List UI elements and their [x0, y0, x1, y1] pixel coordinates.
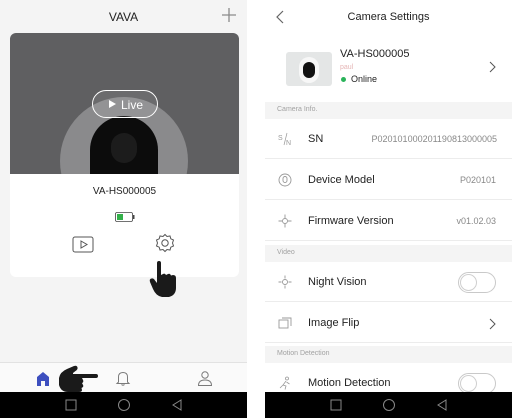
live-button[interactable]: Live [92, 90, 158, 118]
chevron-right-icon [489, 318, 496, 330]
thumbnail-lens [303, 62, 315, 78]
back-triangle-icon[interactable] [435, 398, 449, 412]
recent-apps-icon[interactable] [329, 398, 343, 412]
pointing-hand-icon [59, 365, 98, 392]
sn-label: SN [308, 133, 324, 145]
section-video: Video [265, 245, 512, 262]
bell-icon[interactable] [114, 369, 132, 387]
motion-detection-toggle[interactable] [458, 373, 496, 394]
camera-preview[interactable]: Live [10, 33, 239, 174]
row-night-vision: Night Vision [265, 263, 512, 302]
device-thumbnail [286, 52, 332, 86]
device-owner: paul [340, 64, 354, 71]
image-flip-label: Image Flip [308, 317, 360, 329]
camera-lens [111, 133, 137, 163]
motion-detection-icon [279, 376, 290, 390]
settings-header: Camera Settings [265, 0, 512, 34]
section-label: Camera Info. [277, 106, 318, 113]
camera-settings-screen: Camera Settings VA-HS000005 paul Online … [265, 0, 512, 418]
online-status-dot [341, 77, 346, 82]
home-screen: VAVA Live VA-HS000005 [0, 0, 247, 418]
home-header: VAVA [0, 0, 247, 32]
gear-icon[interactable] [154, 232, 176, 254]
system-nav-bar [265, 392, 512, 418]
device-summary-row[interactable]: VA-HS000005 paul Online [265, 36, 512, 98]
toggle-knob [460, 375, 477, 392]
live-label: Live [121, 98, 144, 112]
serial-number-icon: S N [278, 132, 291, 146]
row-sn: S N SN P020101000201190813000005 [265, 120, 512, 159]
motion-detection-label: Motion Detection [308, 377, 391, 389]
playback-icon[interactable] [72, 234, 94, 254]
device-name: VA-HS000005 [340, 48, 410, 60]
home-circle-icon[interactable] [382, 398, 396, 412]
row-firmware-version: Firmware Version v01.02.03 [265, 202, 512, 241]
night-vision-icon [278, 275, 292, 289]
firmware-label: Firmware Version [308, 215, 394, 227]
plus-icon[interactable] [219, 5, 239, 25]
device-name: VA-HS000005 [92, 186, 157, 197]
night-vision-toggle[interactable] [458, 272, 496, 293]
row-image-flip[interactable]: Image Flip [265, 304, 512, 343]
svg-text:N: N [286, 140, 291, 146]
device-model-value: P020101 [459, 175, 496, 185]
system-nav-bar [0, 392, 247, 418]
firmware-icon [278, 214, 292, 228]
section-label: Video [277, 249, 295, 256]
device-card[interactable]: Live VA-HS000005 [10, 33, 239, 277]
play-icon [109, 100, 116, 108]
battery-icon [115, 212, 135, 222]
sn-value: P020101000201190813000005 [371, 134, 497, 144]
bottom-tab-bar [0, 362, 247, 392]
home-circle-icon[interactable] [117, 398, 131, 412]
night-vision-label: Night Vision [308, 276, 367, 288]
home-icon[interactable] [34, 369, 52, 387]
section-camera-info: Camera Info. [265, 102, 512, 119]
image-flip-icon [278, 317, 292, 329]
app-title: VAVA [108, 10, 139, 24]
section-motion-detection: Motion Detection [265, 346, 512, 363]
page-title: Camera Settings [347, 11, 430, 23]
svg-text:S: S [278, 135, 283, 142]
recent-apps-icon[interactable] [64, 398, 78, 412]
firmware-value: v01.02.03 [456, 216, 496, 226]
toggle-knob [460, 274, 477, 291]
user-icon[interactable] [196, 369, 214, 387]
device-model-label: Device Model [308, 174, 375, 186]
device-model-icon [278, 173, 292, 187]
back-triangle-icon[interactable] [170, 398, 184, 412]
section-label: Motion Detection [277, 350, 330, 357]
online-status: Online [351, 74, 378, 84]
row-device-model: Device Model P020101 [265, 161, 512, 200]
pointing-hand-icon [149, 261, 176, 297]
chevron-right-icon [489, 61, 496, 73]
